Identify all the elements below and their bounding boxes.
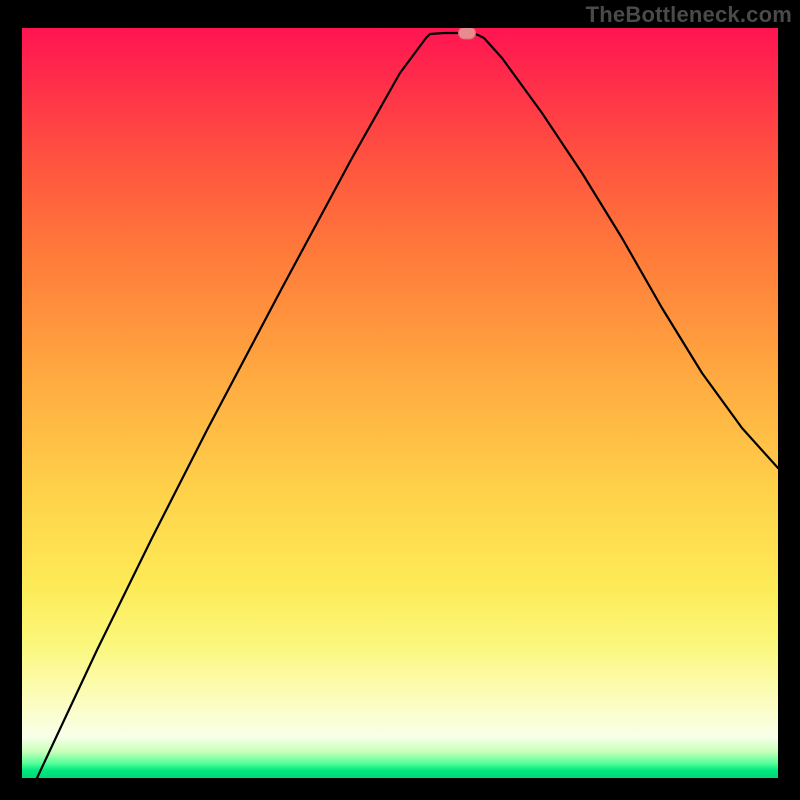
- watermark-text: TheBottleneck.com: [586, 2, 792, 28]
- chart-root: TheBottleneck.com: [0, 0, 800, 800]
- minimum-marker: [22, 28, 778, 778]
- plot-area: [22, 28, 778, 778]
